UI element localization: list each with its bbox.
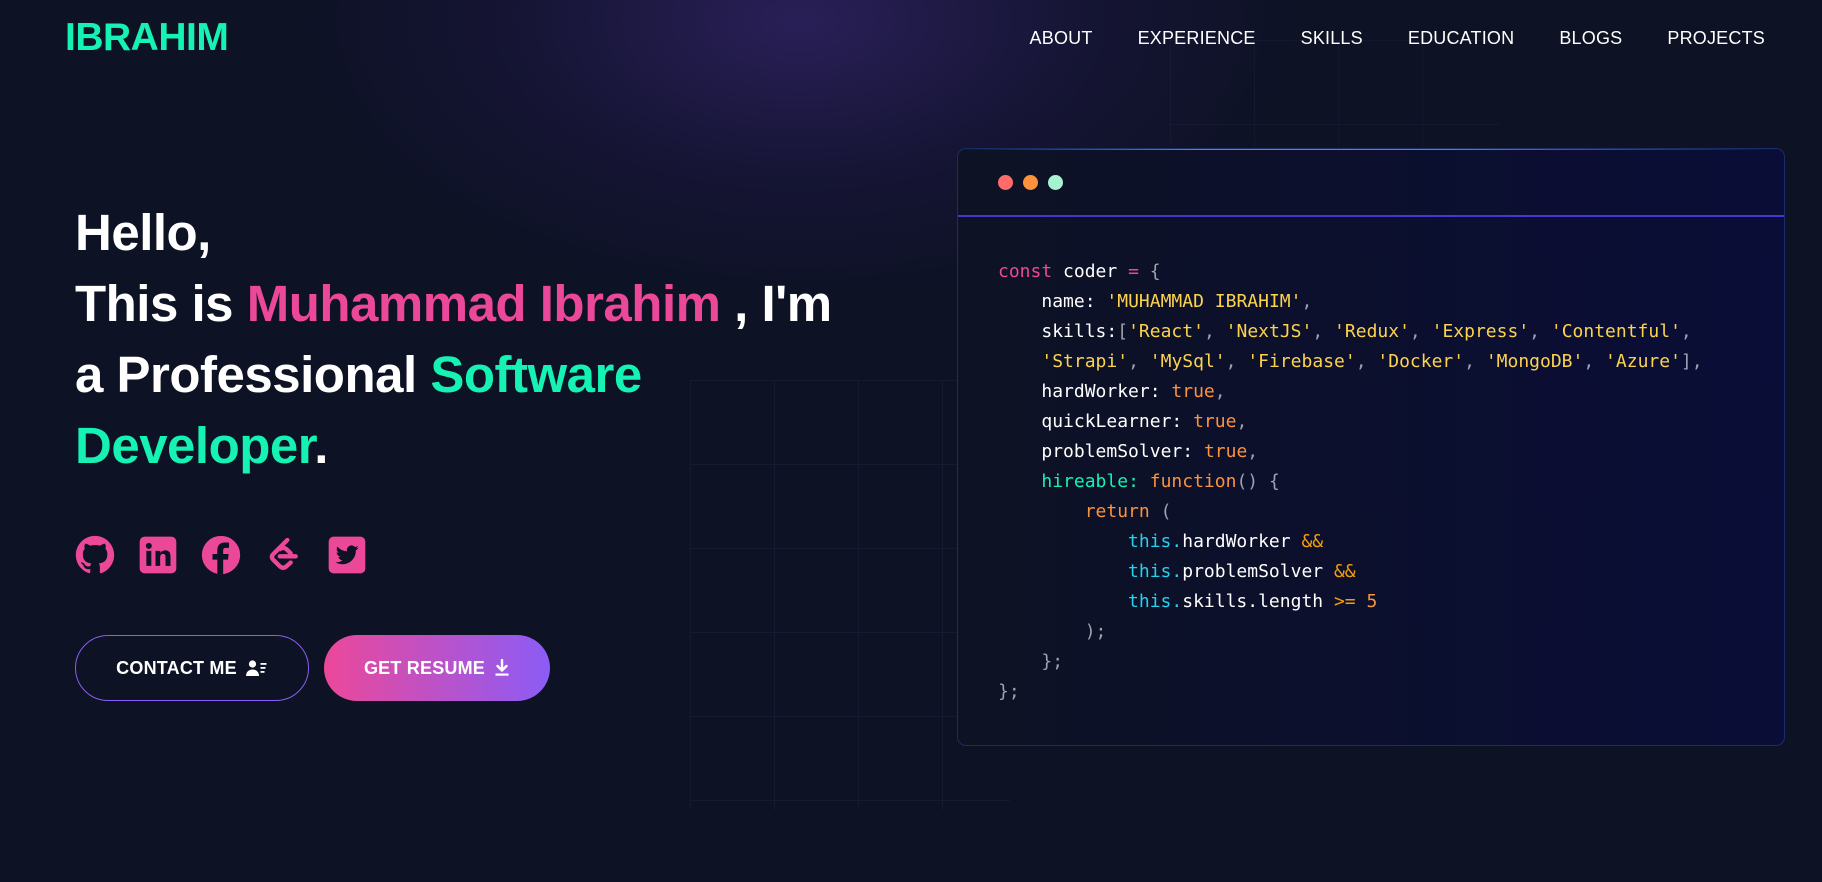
main-nav: ABOUT EXPERIENCE SKILLS EDUCATION BLOGS … [1030,28,1765,49]
contact-card-icon [245,660,267,676]
skill-item: React [1138,321,1194,342]
download-icon [495,659,509,676]
skill-item: Strapi [1052,351,1118,372]
hard-worker-key: hardWorker [1041,381,1150,402]
nav-experience[interactable]: EXPERIENCE [1138,28,1256,49]
nav-blogs[interactable]: BLOGS [1559,28,1622,49]
bool-value: true [1203,441,1248,462]
skill-item: Docker [1388,351,1454,372]
problem-solver-ref: problemSolver [1182,561,1324,582]
skill-item: Contentful [1561,321,1671,342]
skill-item: MySql [1160,351,1215,372]
quick-learner-key: quickLearner [1041,411,1172,432]
name-value: 'MUHAMMAD IBRAHIM' [1106,291,1302,312]
bool-value: true [1193,411,1237,432]
skill-item: Azure [1615,351,1671,372]
window-close-dot [998,174,1013,190]
min-skills-value: 5 [1366,591,1378,612]
hireable-key: hireable [1041,471,1129,492]
background-grid-top [1170,40,1500,150]
hero-intro-prefix: This is [75,275,247,332]
hero-greeting: Hello, [75,204,211,261]
code-block: const coder = { name: 'MUHAMMAD IBRAHIM'… [998,261,1703,702]
variable-name: coder [1063,261,1118,282]
linkedin-icon[interactable] [138,535,178,575]
skill-item: MongoDB [1496,351,1573,372]
code-window-header [958,149,1784,217]
twitter-icon[interactable] [327,535,367,575]
contact-me-label: CONTACT ME [116,657,237,678]
nav-skills[interactable]: SKILLS [1301,28,1363,49]
hero-heading: Hello, This is Muhammad Ibrahim , I'm a … [75,197,915,481]
nav-projects[interactable]: PROJECTS [1667,28,1765,49]
github-icon[interactable] [75,535,115,575]
problem-solver-key: problemSolver [1041,441,1183,462]
compare-operator: >= [1333,591,1356,612]
hero-role-word1: Software [430,346,642,403]
this-keyword: this. [1128,591,1183,612]
skill-item: Express [1442,321,1519,342]
site-logo[interactable]: IBRAHIM [65,16,229,60]
skills-key: skills [1041,321,1107,342]
leetcode-icon[interactable] [264,535,304,575]
code-window: const coder = { name: 'MUHAMMAD IBRAHIM'… [957,148,1785,746]
return-keyword: return [1084,501,1150,522]
hero-intro-suffix: , I'm [720,275,832,332]
window-minimize-dot [1023,174,1038,190]
hero-period: . [314,417,328,474]
window-maximize-dot [1048,174,1063,190]
hero-role-prefix: a Professional [75,346,431,403]
nav-about[interactable]: ABOUT [1030,28,1093,49]
facebook-icon[interactable] [201,535,241,575]
social-links [75,535,367,575]
bool-value: true [1171,381,1215,402]
get-resume-button[interactable]: GET RESUME [324,635,550,701]
hero-name: Muhammad Ibrahim [246,275,721,332]
this-keyword: this. [1128,531,1183,552]
const-keyword: const [998,261,1053,282]
code-window-accent-line [958,149,1784,150]
get-resume-label: GET RESUME [363,657,485,678]
skill-item: Redux [1344,321,1400,342]
function-keyword: function [1149,471,1237,492]
name-key: name [1041,291,1085,312]
skill-item: Firebase [1258,351,1345,372]
hard-worker-ref: hardWorker [1182,531,1291,552]
this-keyword: this. [1128,561,1183,582]
hero-role-word2: Developer [75,417,315,474]
skill-item: NextJS [1236,321,1302,342]
nav-education[interactable]: EDUCATION [1408,28,1514,49]
skills-length-ref: skills.length [1182,591,1324,612]
contact-me-button[interactable]: CONTACT ME [75,635,309,701]
